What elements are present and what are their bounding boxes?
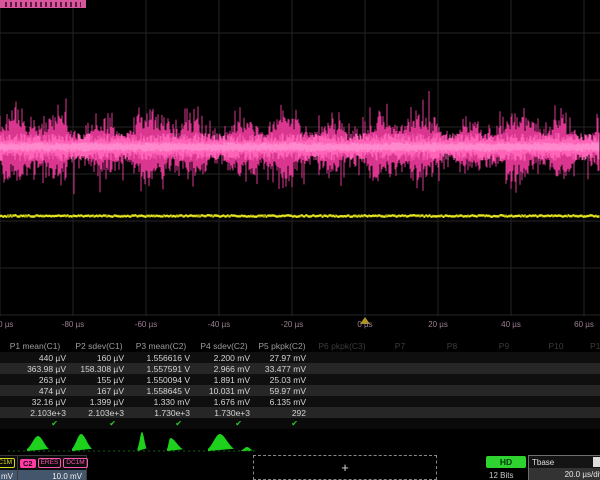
measure-column-header[interactable]: P10 (530, 341, 582, 351)
measure-cell: 1.730e+3 (128, 408, 194, 418)
time-tick-label: -20 µs (281, 320, 303, 329)
measure-column-header[interactable]: P7 (374, 341, 426, 351)
measure-cell: 1.558645 V (128, 386, 194, 396)
histicon-shape (138, 432, 147, 451)
time-tick-label: 20 µs (428, 320, 448, 329)
c1-coupling-badge: DC1M (0, 458, 15, 468)
measure-cell: 27.97 mV (254, 353, 310, 363)
time-tick-label: -80 µs (62, 320, 84, 329)
measure-column-header[interactable]: P5 pkpk(C2) (254, 341, 310, 351)
c2-vertical-scale: 10.0 mV (18, 470, 86, 480)
waveform-plot (0, 0, 600, 316)
measure-histicons (0, 429, 600, 455)
time-tick-label: -60 µs (135, 320, 157, 329)
histicon-shape (72, 434, 92, 451)
measure-column-header[interactable]: P11 (582, 341, 600, 351)
measure-table: P1 mean(C1)P2 sdev(C1)P3 mean(C2)P4 sdev… (0, 340, 600, 429)
oscilloscope-screen: -100 µs -80 µs -60 µs -40 µs -20 µs 0 µs 20 µs… (0, 0, 600, 480)
c2-channel-name: C2 (20, 459, 36, 468)
measure-status-check-icon: ✔ (70, 419, 128, 428)
time-tick-label: 0 µs (357, 320, 372, 329)
measure-cell: 167 µV (70, 386, 128, 396)
histicon-shape (208, 434, 234, 451)
measure-cell: 1.399 µV (70, 397, 128, 407)
add-trace-button[interactable]: + (253, 455, 437, 480)
histicon-shape (241, 447, 253, 451)
measure-status-check-icon: ✔ (0, 419, 70, 428)
descriptor-bar: DC1M 10.0 mV C2 ERES DC1M 10.0 mV + HD 1… (0, 455, 600, 480)
waveform-grid[interactable] (0, 0, 600, 316)
histicon-shape (167, 438, 183, 451)
measure-cell: 33.477 mV (254, 364, 310, 374)
measure-cell: 1.550094 V (128, 375, 194, 385)
measure-cell: 1.891 mV (194, 375, 254, 385)
measure-cell: 474 µV (0, 386, 70, 396)
measure-cell: 292 (254, 408, 310, 418)
c1-vertical-scale: 10.0 mV (0, 470, 17, 480)
measure-cell: 1.676 mV (194, 397, 254, 407)
measure-column-header[interactable]: P3 mean(C2) (128, 341, 194, 351)
measure-histicon-row (0, 429, 600, 455)
measure-column-header[interactable]: P1 mean(C1) (0, 341, 70, 351)
measure-column-header[interactable]: P6 pkpk(C3) (310, 341, 374, 351)
time-tick-label: 60 µs (574, 320, 594, 329)
histicon-shape (27, 436, 49, 451)
timebase-descriptor[interactable]: Tbase 20.0 µs/div (528, 455, 600, 480)
time-tick-label: -40 µs (208, 320, 230, 329)
measure-cell: 155 µV (70, 375, 128, 385)
measure-cell: 440 µV (0, 353, 70, 363)
time-tick-label: 40 µs (501, 320, 521, 329)
measure-cell: 263 µV (0, 375, 70, 385)
measure-column-header[interactable]: P2 sdev(C1) (70, 341, 128, 351)
measure-column-header[interactable]: P9 (478, 341, 530, 351)
trace-label-clipped[interactable] (0, 0, 86, 8)
measure-status-check-icon: ✔ (128, 419, 194, 428)
measure-cell: 2.103e+3 (70, 408, 128, 418)
measure-column-header[interactable]: P8 (426, 341, 478, 351)
time-tick-label: -100 µs (0, 320, 13, 329)
measure-cell: 2.966 mV (194, 364, 254, 374)
measure-cell: 363.98 µV (0, 364, 70, 374)
plus-icon: + (341, 460, 349, 475)
c1-waveform (0, 214, 599, 218)
measure-column-header[interactable]: P4 sdev(C2) (194, 341, 254, 351)
measure-cell: 32.16 µV (0, 397, 70, 407)
c2-coupling-badge: DC1M (63, 458, 87, 468)
clipped-white-element (593, 457, 600, 467)
hd-bits-label: 12 Bits (489, 471, 513, 480)
measure-cell: 6.135 mV (254, 397, 310, 407)
measure-status-check-icon: ✔ (194, 419, 254, 428)
measure-status-check-icon: ✔ (254, 419, 310, 428)
measure-cell: 25.03 mV (254, 375, 310, 385)
measure-cell: 1.330 mV (128, 397, 194, 407)
channel-descriptor-c2[interactable]: C2 ERES DC1M 10.0 mV (17, 455, 87, 480)
measure-cell: 2.200 mV (194, 353, 254, 363)
time-axis: -100 µs -80 µs -60 µs -40 µs -20 µs 0 µs 20 µs… (0, 316, 600, 340)
timebase-label: Tbase (532, 458, 554, 467)
timebase-value: 20.0 µs/div (529, 468, 600, 480)
measure-cell: 2.103e+3 (0, 408, 70, 418)
measure-cell: 158.308 µV (70, 364, 128, 374)
measure-cell: 1.557591 V (128, 364, 194, 374)
hd-mode-badge[interactable]: HD (486, 456, 526, 468)
trace-label-text-fragment (5, 2, 81, 7)
measure-cell: 160 µV (70, 353, 128, 363)
measure-cell: 10.031 mV (194, 386, 254, 396)
measure-cell: 59.97 mV (254, 386, 310, 396)
measure-cell: 1.556616 V (128, 353, 194, 363)
channel-descriptor-c1[interactable]: DC1M 10.0 mV (0, 455, 18, 480)
measure-cell: 1.730e+3 (194, 408, 254, 418)
c2-eres-badge: ERES (38, 458, 62, 468)
